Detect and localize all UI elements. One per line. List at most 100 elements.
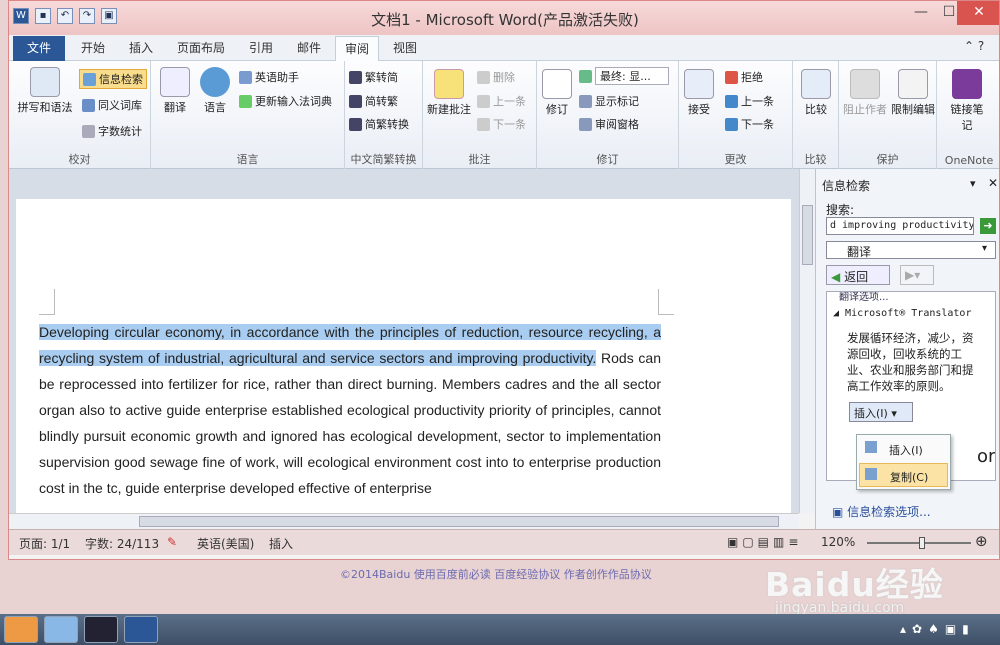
pane-menu-icon[interactable]: ▾ — [970, 177, 976, 190]
search-label: 搜索: — [826, 203, 855, 217]
research-options-link[interactable]: ▣ 信息检索选项... — [832, 503, 931, 520]
accept-icon — [684, 69, 714, 99]
tab-review[interactable]: 审阅 — [335, 36, 380, 62]
restrict-editing-button[interactable]: 限制编辑 — [889, 69, 937, 117]
ribbon: 拼写和语法 信息检索 同义词库 字数统计 校对 翻译 语言 英语助手 更新输入法… — [9, 61, 999, 169]
language-status[interactable]: 英语(美国) — [197, 535, 254, 552]
window-title: 文档1 - Microsoft Word(产品激活失败) — [371, 11, 639, 29]
prev-comment-button[interactable]: 上一条 — [477, 93, 526, 109]
document-body[interactable]: Developing circular economy, in accordan… — [39, 319, 661, 501]
update-ime-button[interactable]: 更新输入法词典 — [239, 93, 332, 109]
assistant-icon — [239, 70, 252, 84]
selected-text[interactable]: Developing circular economy, in accordan… — [39, 324, 661, 366]
baidu-footer[interactable]: ©2014Baidu 使用百度前必读 百度经验协议 作者创作作品协议 — [340, 566, 652, 582]
zoom-level[interactable]: 120% — [821, 535, 855, 549]
group-onenote: 链接笔记 OneNote — [937, 61, 999, 169]
proofing-status-icon[interactable]: ✎ — [167, 535, 177, 549]
group-label-comments: 批注 — [468, 153, 491, 166]
options-icon: ▣ — [832, 505, 844, 519]
status-bar: 页面: 1/1 字数: 24/113 ✎ 英语(美国) 插入 ▣▢▤▥≡ 120… — [9, 529, 999, 555]
tab-view[interactable]: 视图 — [393, 39, 417, 56]
group-tracking: 修订 最终: 显... 显示标记 审阅窗格 修订 — [537, 61, 679, 169]
accept-button[interactable]: 接受 — [681, 69, 717, 117]
system-tray-icons[interactable]: ▴✿♠▣▮ — [900, 622, 975, 636]
help-icon[interactable]: ⌃ ? — [964, 39, 984, 53]
group-label-changes: 更改 — [724, 153, 747, 166]
research-icon — [83, 72, 96, 86]
reviewing-pane-button[interactable]: 审阅窗格 — [579, 116, 639, 132]
display-for-review-select[interactable]: 最终: 显... — [579, 67, 669, 85]
vertical-scroll-thumb[interactable] — [802, 205, 813, 265]
pane-close-icon[interactable]: ✕ — [988, 176, 998, 190]
zoom-slider-thumb[interactable] — [919, 537, 925, 549]
back-button[interactable]: ◀ 返回 — [826, 265, 890, 285]
view-buttons[interactable]: ▣▢▤▥≡ — [727, 535, 802, 549]
partial-heading: 翻译选项... — [839, 292, 889, 303]
start-search-button[interactable]: ➜ — [980, 218, 996, 234]
thesaurus-icon — [82, 98, 95, 112]
thesaurus-button[interactable]: 同义词库 — [82, 97, 142, 113]
search-input[interactable]: d improving productivity. — [826, 217, 974, 235]
pane-title: 信息检索 — [822, 179, 871, 193]
word-taskbar-icon[interactable] — [124, 616, 158, 643]
tab-mailings[interactable]: 邮件 — [297, 39, 321, 56]
delete-comment-button[interactable]: 删除 — [477, 69, 515, 85]
taskbar: ▴✿♠▣▮ — [0, 614, 1000, 645]
sogou-taskbar-icon[interactable] — [4, 616, 38, 643]
group-label-tracking: 修订 — [596, 153, 619, 166]
prev-change-icon — [725, 94, 738, 108]
language-button[interactable]: 语言 — [195, 67, 235, 115]
reviewing-pane-icon — [579, 117, 592, 131]
next-change-button[interactable]: 下一条 — [725, 116, 774, 132]
vertical-scrollbar[interactable] — [799, 169, 815, 513]
provider-heading[interactable]: ◢ Microsoft® Translator — [833, 308, 971, 319]
group-label-language: 语言 — [236, 153, 259, 166]
word-count[interactable]: 字数: 24/113 — [85, 535, 159, 552]
track-changes-button[interactable]: 修订 — [539, 69, 575, 117]
english-assistant-button[interactable]: 英语助手 — [239, 69, 299, 85]
traditional-to-simplified-button[interactable]: 繁转简 — [349, 69, 398, 85]
new-comment-button[interactable]: 新建批注 — [425, 69, 473, 117]
tab-home[interactable]: 开始 — [81, 39, 105, 56]
tab-page-layout[interactable]: 页面布局 — [177, 39, 225, 56]
research-button[interactable]: 信息检索 — [79, 69, 147, 89]
close-button[interactable]: ✕ — [957, 1, 999, 25]
word-count-button[interactable]: 字数统计 — [82, 123, 142, 139]
compare-icon — [801, 69, 831, 99]
chinese-convert-button[interactable]: 简繁转换 — [349, 116, 409, 132]
horizontal-scroll-thumb[interactable] — [139, 516, 779, 527]
tab-references[interactable]: 引用 — [249, 39, 273, 56]
zoom-in-icon[interactable]: ⊕ — [975, 532, 988, 550]
t2s-icon — [349, 70, 362, 84]
insert-split-button[interactable]: 插入(I) ▾ — [849, 402, 913, 422]
spelling-grammar-button[interactable]: 拼写和语法 — [15, 67, 75, 115]
reject-icon — [725, 70, 738, 84]
insert-mode[interactable]: 插入 — [269, 535, 293, 552]
forward-button[interactable]: ▶▾ — [900, 265, 934, 285]
prev-change-button[interactable]: 上一条 — [725, 93, 774, 109]
margin-mark-left — [39, 289, 55, 315]
body-text[interactable]: Rods can be reprocessed into fertilizer … — [39, 350, 661, 496]
document-page[interactable]: Developing circular economy, in accordan… — [16, 199, 791, 513]
tab-insert[interactable]: 插入 — [129, 39, 153, 56]
show-markup-button[interactable]: 显示标记 — [579, 93, 639, 109]
horizontal-scrollbar[interactable] — [9, 513, 799, 529]
next-comment-button[interactable]: 下一条 — [477, 116, 526, 132]
prev-comment-icon — [477, 94, 490, 108]
app-taskbar-icon[interactable] — [84, 616, 118, 643]
document-area: Developing circular economy, in accordan… — [9, 169, 799, 513]
tab-file[interactable]: 文件 — [13, 36, 65, 61]
service-select[interactable]: 翻译 — [826, 241, 996, 259]
reject-button[interactable]: 拒绝 — [725, 69, 763, 85]
onenote-icon — [952, 69, 982, 99]
page-count[interactable]: 页面: 1/1 — [19, 535, 70, 552]
delete-comment-icon — [477, 70, 490, 84]
linked-notes-button[interactable]: 链接笔记 — [947, 69, 987, 133]
block-authors-button[interactable]: 阻止作者 — [841, 69, 889, 117]
group-label-onenote: OneNote — [944, 154, 994, 167]
word-window: W ▪ ↶ ↷ ▣ 文档1 - Microsoft Word(产品激活失败) —… — [8, 0, 1000, 560]
compare-button[interactable]: 比较 — [797, 69, 835, 117]
simplified-to-traditional-button[interactable]: 简转繁 — [349, 93, 398, 109]
translate-button[interactable]: 翻译 — [155, 67, 195, 115]
browser-taskbar-icon[interactable] — [44, 616, 78, 643]
